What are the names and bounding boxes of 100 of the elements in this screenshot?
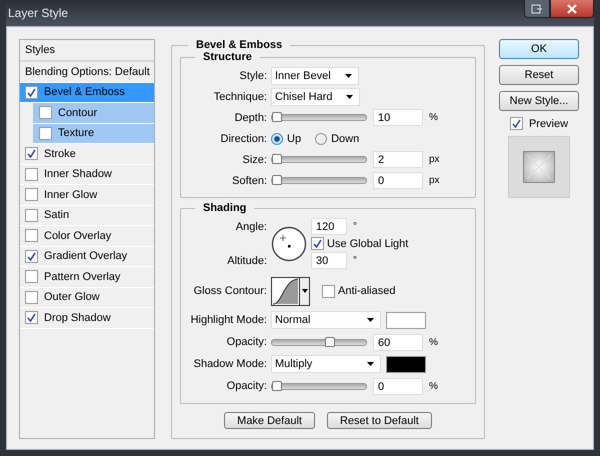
checkbox[interactable]: [510, 117, 523, 130]
dialog-button[interactable]: OK: [499, 39, 579, 59]
style-item[interactable]: Inner Shadow: [20, 164, 154, 185]
field-label: Depth:: [234, 112, 268, 124]
unit-label: px: [429, 175, 440, 186]
unit-label: %: [429, 380, 438, 392]
dropdown[interactable]: Normal: [271, 311, 381, 329]
checkbox[interactable]: [322, 284, 335, 298]
item-label: Color Overlay: [44, 230, 112, 242]
unit-label: °: [353, 221, 357, 232]
checkbox-option[interactable]: Preview: [510, 117, 568, 130]
style-item[interactable]: Drop Shadow: [20, 308, 154, 328]
checkbox[interactable]: [311, 237, 324, 250]
dropdown[interactable]: Multiply: [271, 355, 381, 373]
item-label: Outer Glow: [44, 291, 100, 304]
item-label: Gradient Overlay: [44, 250, 128, 262]
checkbox[interactable]: [25, 229, 38, 242]
style-item[interactable]: Outer Glow: [20, 288, 154, 308]
radio-option[interactable]: Down: [315, 132, 360, 144]
style-subitem[interactable]: Contour: [33, 103, 154, 124]
slider[interactable]: [271, 338, 367, 346]
slider-thumb[interactable]: [325, 336, 336, 346]
slider[interactable]: [271, 114, 367, 121]
style-item[interactable]: Color Overlay: [20, 226, 154, 246]
dialog-button[interactable]: Reset to Default: [326, 412, 432, 429]
input-field[interactable]: 0: [373, 378, 423, 394]
field-label: Style:: [238, 70, 268, 82]
input-field[interactable]: 0: [373, 172, 423, 189]
checkbox[interactable]: [25, 188, 38, 202]
radio-button[interactable]: [271, 132, 283, 144]
checkbox[interactable]: [25, 290, 38, 304]
field-label: Technique:: [212, 90, 268, 102]
input-field[interactable]: 10: [373, 109, 423, 126]
group-title: Bevel & Emboss: [195, 39, 284, 51]
caret-icon: [344, 74, 352, 78]
field-label: Opacity:: [226, 336, 268, 348]
item-label: Satin: [44, 209, 70, 222]
item-label: Stroke: [44, 148, 76, 160]
field-label: Altitude:: [226, 254, 268, 266]
checkbox[interactable]: [25, 311, 38, 324]
checkbox[interactable]: [25, 168, 38, 181]
angle-dial[interactable]: [271, 226, 307, 262]
radio-option[interactable]: Up: [271, 132, 302, 144]
item-label: Drop Shadow: [44, 312, 111, 324]
input-field[interactable]: 2: [373, 151, 423, 168]
field-label: Shadow Mode:: [192, 358, 268, 370]
slider-thumb[interactable]: [272, 112, 282, 122]
unit-label: %: [429, 112, 438, 123]
slider-thumb[interactable]: [272, 380, 282, 390]
slider-thumb[interactable]: [272, 175, 282, 185]
dialog-button[interactable]: Reset: [499, 65, 579, 85]
checkbox[interactable]: [25, 250, 38, 263]
bevel-preview-icon: [523, 151, 555, 183]
slider[interactable]: [271, 156, 367, 163]
unit-label: %: [429, 336, 438, 348]
restore-button[interactable]: [524, 0, 550, 18]
item-label: Bevel & Emboss: [44, 86, 125, 98]
input-field[interactable]: 60: [373, 334, 423, 350]
field-label: Soften:: [231, 174, 268, 186]
item-label: Contour: [58, 106, 98, 119]
input-field[interactable]: 120: [311, 218, 347, 235]
radio-button[interactable]: [315, 132, 328, 144]
checkbox[interactable]: [25, 208, 38, 222]
field-label: Gloss Contour:: [192, 285, 268, 297]
dropdown[interactable]: Chisel Hard: [271, 88, 360, 106]
color-swatch[interactable]: [386, 312, 426, 328]
slider-thumb[interactable]: [272, 154, 282, 164]
style-item[interactable]: Bevel & Emboss: [20, 82, 154, 103]
checkbox-option[interactable]: Use Global Light: [311, 237, 469, 250]
field-label: Highlight Mode:: [190, 314, 268, 326]
style-item[interactable]: Stroke: [20, 144, 154, 164]
checkbox[interactable]: [25, 270, 38, 284]
field-label: Direction:: [220, 132, 268, 144]
checkbox[interactable]: [39, 126, 52, 140]
list-header: Styles: [20, 40, 154, 62]
group-title: Structure: [202, 51, 253, 63]
style-item[interactable]: Satin: [20, 206, 154, 226]
item-label: Blending Options: Default: [25, 66, 150, 78]
checkbox[interactable]: [25, 147, 38, 160]
dialog-button[interactable]: Make Default: [224, 412, 315, 429]
style-item[interactable]: Gradient Overlay: [20, 246, 154, 267]
color-swatch[interactable]: [386, 356, 426, 372]
close-button[interactable]: [550, 0, 594, 18]
checkbox[interactable]: [39, 106, 52, 120]
dropdown[interactable]: Inner Bevel: [271, 66, 359, 84]
slider[interactable]: [271, 382, 367, 390]
slider[interactable]: [271, 177, 367, 184]
field-label: Angle:: [234, 220, 268, 232]
checkbox[interactable]: [25, 86, 38, 99]
caret-icon: [367, 318, 374, 322]
item-label: Inner Shadow: [44, 168, 112, 180]
style-subitem[interactable]: Texture: [33, 124, 154, 144]
style-item[interactable]: Pattern Overlay: [20, 267, 154, 288]
input-field[interactable]: 30: [311, 252, 347, 269]
contour-picker[interactable]: [271, 276, 310, 306]
unit-label: px: [429, 154, 440, 165]
style-item[interactable]: Inner Glow: [20, 185, 154, 206]
close-icon: [567, 4, 577, 14]
dialog-button[interactable]: New Style...: [499, 91, 579, 111]
checkbox-option[interactable]: Anti-aliased: [322, 284, 396, 298]
